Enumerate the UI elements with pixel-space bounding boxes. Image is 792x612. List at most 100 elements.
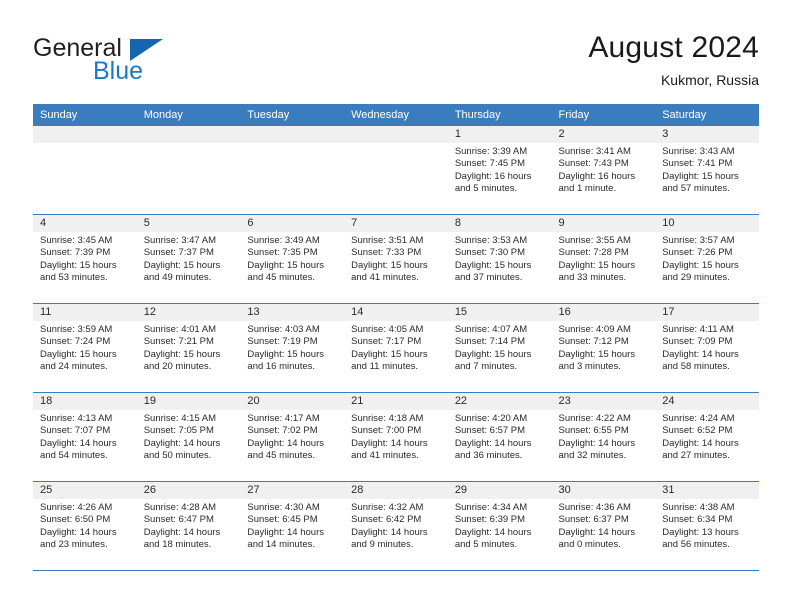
day-cell[interactable]: 11 Sunrise: 3:59 AM Sunset: 7:24 PM Dayligh… [33,304,137,392]
calendar-cell-day-5[interactable]: 5 Sunrise: 3:47 AM Sunset: 7:37 PM Daylight… [136,214,241,304]
calendar-cell-day-23[interactable]: 23 Sunrise: 4:22 AM Sunset: 6:55 PM Dayligh… [551,392,656,482]
day-cell[interactable]: 22 Sunrise: 4:20 AM Sunset: 6:57 PM Dayligh… [447,393,552,481]
day-cell[interactable]: 23 Sunrise: 4:22 AM Sunset: 6:55 PM Dayligh… [551,393,656,481]
daylight-text-line2: and 24 minutes. [40,361,108,373]
daylight-text-line1: Daylight: 15 hours [454,348,532,360]
day-number: 1 [447,126,552,143]
calendar-cell-day-18[interactable]: 18 Sunrise: 4:13 AM Sunset: 7:07 PM Dayligh… [33,392,137,482]
calendar-cell-day-30[interactable]: 30 Sunrise: 4:36 AM Sunset: 6:37 PM Dayligh… [551,481,656,571]
daylight-text-line1: Daylight: 15 hours [40,259,117,271]
day-cell[interactable]: 4 Sunrise: 3:45 AM Sunset: 7:39 PM Daylight… [33,215,137,303]
day-cell[interactable]: 26 Sunrise: 4:28 AM Sunset: 6:47 PM Dayligh… [136,482,241,570]
sunset-text: Sunset: 6:57 PM [454,425,526,437]
day-cell[interactable]: 24 Sunrise: 4:24 AM Sunset: 6:52 PM Dayligh… [655,393,759,481]
day-cell[interactable]: 15 Sunrise: 4:07 AM Sunset: 7:14 PM Dayligh… [447,304,552,392]
calendar-cell-day-28[interactable]: 28 Sunrise: 4:32 AM Sunset: 6:42 PM Dayligh… [344,481,448,571]
daylight-text-line2: and 5 minutes. [454,183,518,195]
day-cell[interactable]: 29 Sunrise: 4:34 AM Sunset: 6:39 PM Dayligh… [447,482,552,570]
calendar-cell-day-4[interactable]: 4 Sunrise: 3:45 AM Sunset: 7:39 PM Daylight… [33,214,137,304]
calendar-cell-day-25[interactable]: 25 Sunrise: 4:26 AM Sunset: 6:50 PM Dayligh… [33,481,137,571]
calendar-cell-day-12[interactable]: 12 Sunrise: 4:01 AM Sunset: 7:21 PM Dayligh… [136,303,241,393]
day-info: Sunrise: 4:09 AM Sunset: 7:12 PM Daylight:… [552,321,656,374]
day-cell[interactable]: 8 Sunrise: 3:53 AM Sunset: 7:30 PM Daylight… [447,215,552,303]
calendar-cell-day-24[interactable]: 24 Sunrise: 4:24 AM Sunset: 6:52 PM Dayligh… [655,392,759,482]
day-number: 16 [551,304,656,321]
daylight-text-line1: Daylight: 15 hours [351,259,428,271]
day-cell[interactable]: 12 Sunrise: 4:01 AM Sunset: 7:21 PM Dayligh… [136,304,241,392]
calendar-header-row: Sunday Monday Tuesday Wednesday Thursday Frid… [33,104,759,126]
calendar-cell-day-2[interactable]: 2 Sunrise: 3:41 AM Sunset: 7:43 PM Daylight… [551,126,656,215]
calendar-cell-day-10[interactable]: 10 Sunrise: 3:57 AM Sunset: 7:26 PM Dayligh… [655,214,759,304]
weekday-header-monday: Monday [136,104,241,126]
day-number [240,126,345,143]
day-cell[interactable]: 6 Sunrise: 3:49 AM Sunset: 7:35 PM Daylight… [240,215,345,303]
day-cell[interactable]: 5 Sunrise: 3:47 AM Sunset: 7:37 PM Daylight… [136,215,241,303]
daylight-text-line1: Daylight: 14 hours [662,348,739,360]
calendar-cell-day-27[interactable]: 27 Sunrise: 4:30 AM Sunset: 6:45 PM Dayligh… [240,481,345,571]
day-cell[interactable]: 10 Sunrise: 3:57 AM Sunset: 7:26 PM Dayligh… [655,215,759,303]
day-cell[interactable]: 19 Sunrise: 4:15 AM Sunset: 7:05 PM Dayligh… [136,393,241,481]
day-cell[interactable]: 1 Sunrise: 3:39 AM Sunset: 7:45 PM Daylight… [447,126,552,214]
day-cell[interactable]: 7 Sunrise: 3:51 AM Sunset: 7:33 PM Daylight… [344,215,448,303]
day-cell[interactable]: 30 Sunrise: 4:36 AM Sunset: 6:37 PM Dayligh… [551,482,656,570]
day-cell[interactable]: 28 Sunrise: 4:32 AM Sunset: 6:42 PM Dayligh… [344,482,448,570]
calendar-cell-day-15[interactable]: 15 Sunrise: 4:07 AM Sunset: 7:14 PM Dayligh… [447,303,552,393]
sunrise-text: Sunrise: 4:01 AM [143,324,217,335]
day-cell[interactable]: 9 Sunrise: 3:55 AM Sunset: 7:28 PM Daylight… [551,215,656,303]
calendar-cell-day-7[interactable]: 7 Sunrise: 3:51 AM Sunset: 7:33 PM Daylight… [344,214,448,304]
day-cell[interactable]: 16 Sunrise: 4:09 AM Sunset: 7:12 PM Dayligh… [551,304,656,392]
calendar-cell-day-20[interactable]: 20 Sunrise: 4:17 AM Sunset: 7:02 PM Dayligh… [240,392,345,482]
calendar-cell-day-21[interactable]: 21 Sunrise: 4:18 AM Sunset: 7:00 PM Dayligh… [344,392,448,482]
daylight-text-line1: Daylight: 14 hours [558,437,636,449]
sunrise-text: Sunrise: 4:05 AM [351,324,424,335]
day-cell[interactable]: 18 Sunrise: 4:13 AM Sunset: 7:07 PM Dayligh… [33,393,137,481]
calendar-cell-day-16[interactable]: 16 Sunrise: 4:09 AM Sunset: 7:12 PM Dayligh… [551,303,656,393]
sunset-text: Sunset: 7:12 PM [558,336,629,348]
day-cell[interactable]: 27 Sunrise: 4:30 AM Sunset: 6:45 PM Dayligh… [240,482,345,570]
calendar-cell-day-6[interactable]: 6 Sunrise: 3:49 AM Sunset: 7:35 PM Daylight… [240,214,345,304]
daylight-text-line2: and 49 minutes. [143,272,212,284]
calendar-cell-day-19[interactable]: 19 Sunrise: 4:15 AM Sunset: 7:05 PM Dayligh… [136,392,241,482]
day-number: 9 [551,215,656,232]
calendar-cell-day-11[interactable]: 11 Sunrise: 3:59 AM Sunset: 7:24 PM Dayligh… [33,303,137,393]
daylight-text-line2: and 41 minutes. [351,272,419,284]
sunrise-text: Sunrise: 4:11 AM [662,324,734,335]
day-cell[interactable]: 13 Sunrise: 4:03 AM Sunset: 7:19 PM Dayligh… [240,304,345,392]
daylight-text-line2: and 16 minutes. [247,361,316,373]
daylight-text-line2: and 5 minutes. [454,539,518,551]
calendar-cell-day-3[interactable]: 3 Sunrise: 3:43 AM Sunset: 7:41 PM Daylight… [655,126,759,215]
day-cell[interactable]: 2 Sunrise: 3:41 AM Sunset: 7:43 PM Daylight… [551,126,656,214]
sunset-text: Sunset: 6:47 PM [143,514,214,526]
calendar-week-row: 18 Sunrise: 4:13 AM Sunset: 7:07 PM Dayligh… [33,392,759,482]
day-cell[interactable]: 17 Sunrise: 4:11 AM Sunset: 7:09 PM Dayligh… [655,304,759,392]
sunrise-text: Sunrise: 4:34 AM [454,502,528,513]
calendar-cell-day-8[interactable]: 8 Sunrise: 3:53 AM Sunset: 7:30 PM Daylight… [447,214,552,304]
brand-logo[interactable]: General Blue [33,36,253,88]
calendar-cell-day-14[interactable]: 14 Sunrise: 4:05 AM Sunset: 7:17 PM Dayligh… [344,303,448,393]
daylight-text-line2: and 7 minutes. [454,361,518,373]
day-cell[interactable]: 14 Sunrise: 4:05 AM Sunset: 7:17 PM Dayligh… [344,304,448,392]
sunrise-text: Sunrise: 4:03 AM [247,324,320,335]
day-info: Sunrise: 3:53 AM Sunset: 7:30 PM Daylight:… [448,232,552,285]
sunset-text: Sunset: 6:39 PM [454,514,526,526]
calendar-cell-day-9[interactable]: 9 Sunrise: 3:55 AM Sunset: 7:28 PM Daylight… [551,214,656,304]
calendar-cell-day-22[interactable]: 22 Sunrise: 4:20 AM Sunset: 6:57 PM Dayligh… [447,392,552,482]
day-cell[interactable]: 20 Sunrise: 4:17 AM Sunset: 7:02 PM Dayligh… [240,393,345,481]
calendar-cell-empty [136,126,241,215]
calendar-cell-day-1[interactable]: 1 Sunrise: 3:39 AM Sunset: 7:45 PM Daylight… [447,126,552,215]
calendar-cell-day-26[interactable]: 26 Sunrise: 4:28 AM Sunset: 6:47 PM Dayligh… [136,481,241,571]
day-cell[interactable]: 3 Sunrise: 3:43 AM Sunset: 7:41 PM Daylight… [655,126,759,214]
calendar-cell-day-29[interactable]: 29 Sunrise: 4:34 AM Sunset: 6:39 PM Dayligh… [447,481,552,571]
day-cell[interactable]: 25 Sunrise: 4:26 AM Sunset: 6:50 PM Dayligh… [33,482,137,570]
daylight-text-line1: Daylight: 14 hours [454,437,532,449]
day-cell[interactable]: 21 Sunrise: 4:18 AM Sunset: 7:00 PM Dayligh… [344,393,448,481]
day-info: Sunrise: 3:45 AM Sunset: 7:39 PM Daylight:… [33,232,137,285]
calendar-cell-day-17[interactable]: 17 Sunrise: 4:11 AM Sunset: 7:09 PM Dayligh… [655,303,759,393]
calendar-cell-day-13[interactable]: 13 Sunrise: 4:03 AM Sunset: 7:19 PM Dayligh… [240,303,345,393]
daylight-text-line2: and 53 minutes. [40,272,108,284]
day-cell[interactable]: 31 Sunrise: 4:38 AM Sunset: 6:34 PM Dayligh… [655,482,759,570]
calendar-cell-day-31[interactable]: 31 Sunrise: 4:38 AM Sunset: 6:34 PM Dayligh… [655,481,759,571]
sunset-text: Sunset: 7:05 PM [143,425,214,437]
daylight-text-line1: Daylight: 16 hours [558,170,636,182]
daylight-text-line1: Daylight: 14 hours [143,437,221,449]
